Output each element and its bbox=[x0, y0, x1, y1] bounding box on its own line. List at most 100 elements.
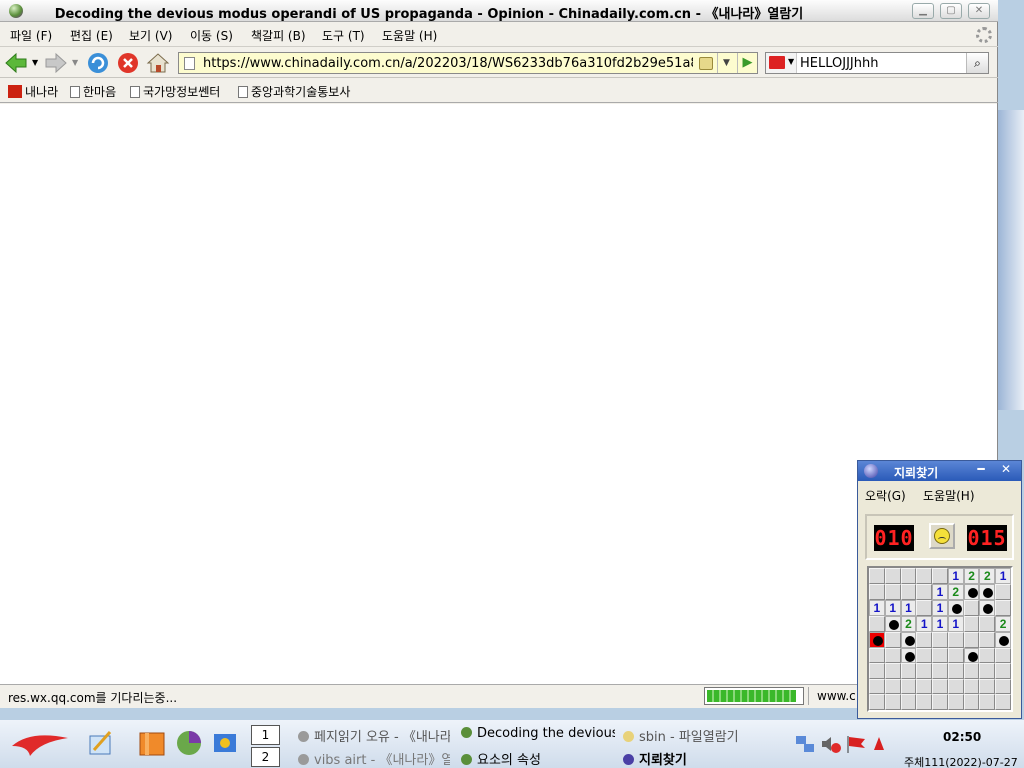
browser-app-icon[interactable] bbox=[9, 4, 23, 18]
covered-cell[interactable] bbox=[916, 584, 933, 600]
covered-cell[interactable] bbox=[947, 647, 964, 664]
number-cell[interactable]: 1 bbox=[947, 616, 964, 632]
covered-cell[interactable] bbox=[884, 584, 901, 600]
covered-cell[interactable] bbox=[884, 647, 901, 664]
covered-cell[interactable] bbox=[900, 663, 917, 679]
number-cell[interactable]: 2 bbox=[979, 568, 996, 584]
covered-cell[interactable] bbox=[884, 632, 901, 648]
go-icon[interactable]: ▶ bbox=[737, 53, 757, 73]
covered-cell[interactable] bbox=[963, 663, 980, 679]
number-cell[interactable]: 1 bbox=[932, 600, 948, 616]
number-cell[interactable]: 1 bbox=[932, 584, 948, 600]
search-bar[interactable]: ▼ HELLOJJJhhh ⌕ bbox=[765, 52, 989, 74]
mine-icon[interactable] bbox=[963, 647, 980, 664]
forward-dropdown-icon[interactable]: ▼ bbox=[72, 58, 78, 67]
covered-cell[interactable] bbox=[963, 632, 980, 648]
mine-icon[interactable] bbox=[884, 616, 901, 632]
flag-icon[interactable] bbox=[845, 734, 867, 754]
covered-cell[interactable] bbox=[900, 694, 917, 710]
search-engine-selector[interactable]: ▼ bbox=[766, 53, 797, 73]
covered-cell[interactable] bbox=[869, 616, 885, 632]
number-cell[interactable]: 2 bbox=[947, 584, 964, 600]
minimize-icon[interactable]: ━ bbox=[971, 463, 991, 478]
mine-icon[interactable] bbox=[979, 600, 996, 616]
covered-cell[interactable] bbox=[900, 584, 917, 600]
menu-edit[interactable]: 편집 (E) bbox=[70, 27, 113, 44]
reset-face-button[interactable] bbox=[929, 523, 955, 549]
covered-cell[interactable] bbox=[869, 694, 885, 710]
menu-view[interactable]: 보기 (V) bbox=[129, 27, 172, 44]
covered-cell[interactable] bbox=[916, 632, 933, 648]
covered-cell[interactable] bbox=[947, 678, 964, 695]
url-history-dropdown-icon[interactable]: ▼ bbox=[717, 53, 735, 73]
home-icon[interactable] bbox=[146, 51, 170, 75]
covered-cell[interactable] bbox=[963, 600, 980, 616]
lock-icon[interactable] bbox=[699, 57, 713, 70]
covered-cell[interactable] bbox=[869, 678, 885, 695]
minesweeper-titlebar[interactable]: 지뢰찾기 ━ ✕ bbox=[858, 461, 1021, 481]
covered-cell[interactable] bbox=[869, 568, 885, 584]
bookmark-item[interactable]: 내나라 bbox=[8, 83, 58, 100]
file-manager-icon[interactable] bbox=[137, 728, 167, 758]
covered-cell[interactable] bbox=[932, 568, 948, 584]
menu-go[interactable]: 이동 (S) bbox=[190, 27, 233, 44]
page-content-area[interactable] bbox=[0, 104, 997, 684]
number-cell[interactable]: 1 bbox=[947, 568, 964, 584]
menu-file[interactable]: 파일 (F) bbox=[10, 27, 52, 44]
back-arrow-icon[interactable] bbox=[4, 51, 28, 75]
url-bar[interactable]: https://www.chinadaily.com.cn/a/202203/1… bbox=[178, 52, 758, 74]
browser-titlebar[interactable]: Decoding the devious modus operandi of U… bbox=[0, 0, 998, 22]
bookmark-item[interactable]: 국가망정보쎈터 bbox=[130, 83, 220, 100]
text-editor-icon[interactable] bbox=[86, 728, 116, 758]
covered-cell[interactable] bbox=[947, 694, 964, 710]
covered-cell[interactable] bbox=[869, 584, 885, 600]
mine-icon[interactable] bbox=[979, 584, 996, 600]
bookmark-item[interactable]: 중앙과학기술통보사 bbox=[238, 83, 350, 100]
minimize-icon[interactable]: ▁ bbox=[912, 3, 934, 19]
menu-bookmarks[interactable]: 책갈피 (B) bbox=[251, 27, 306, 44]
maximize-icon[interactable]: ▢ bbox=[940, 3, 962, 19]
number-cell[interactable]: 2 bbox=[963, 568, 980, 584]
covered-cell[interactable] bbox=[979, 616, 996, 632]
number-cell[interactable]: 1 bbox=[884, 600, 901, 616]
covered-cell[interactable] bbox=[979, 663, 996, 679]
covered-cell[interactable] bbox=[979, 694, 996, 710]
mine-icon[interactable] bbox=[963, 584, 980, 600]
covered-cell[interactable] bbox=[932, 663, 948, 679]
number-cell[interactable]: 2 bbox=[995, 616, 1011, 632]
forward-arrow-icon[interactable] bbox=[44, 51, 68, 75]
covered-cell[interactable] bbox=[869, 663, 885, 679]
task-button[interactable]: Decoding the devious bbox=[461, 726, 615, 741]
task-button[interactable]: 페지읽기 오유 - 《내나라》 bbox=[298, 726, 450, 745]
url-text[interactable]: https://www.chinadaily.com.cn/a/202203/1… bbox=[203, 56, 693, 71]
number-cell[interactable]: 1 bbox=[932, 616, 948, 632]
covered-cell[interactable] bbox=[884, 663, 901, 679]
covered-cell[interactable] bbox=[932, 678, 948, 695]
covered-cell[interactable] bbox=[947, 663, 964, 679]
covered-cell[interactable] bbox=[916, 678, 933, 695]
covered-cell[interactable] bbox=[995, 678, 1011, 695]
task-button-active[interactable]: 지뢰찾기 bbox=[623, 749, 743, 768]
covered-cell[interactable] bbox=[963, 694, 980, 710]
reload-icon[interactable] bbox=[86, 51, 110, 75]
mine-icon[interactable] bbox=[900, 647, 917, 664]
start-menu-icon[interactable] bbox=[10, 728, 70, 758]
covered-cell[interactable] bbox=[916, 663, 933, 679]
search-input[interactable]: HELLOJJJhhh bbox=[800, 56, 878, 71]
workspace-1[interactable]: 1 bbox=[251, 725, 280, 745]
back-dropdown-icon[interactable]: ▼ bbox=[32, 58, 38, 67]
workspace-2[interactable]: 2 bbox=[251, 747, 280, 767]
covered-cell[interactable] bbox=[932, 694, 948, 710]
menu-tools[interactable]: 도구 (T) bbox=[322, 27, 365, 44]
menu-help[interactable]: 도움말(H) bbox=[923, 487, 975, 504]
covered-cell[interactable] bbox=[884, 694, 901, 710]
covered-cell[interactable] bbox=[979, 632, 996, 648]
covered-cell[interactable] bbox=[979, 647, 996, 664]
covered-cell[interactable] bbox=[947, 632, 964, 648]
task-button[interactable]: 요소의 속성 bbox=[461, 749, 615, 768]
covered-cell[interactable] bbox=[932, 647, 948, 664]
number-cell[interactable]: 1 bbox=[900, 600, 917, 616]
mine-icon[interactable] bbox=[900, 632, 917, 648]
mine-icon[interactable] bbox=[995, 632, 1011, 648]
task-button[interactable]: vibs airt - 《내나라》열 bbox=[298, 749, 450, 768]
